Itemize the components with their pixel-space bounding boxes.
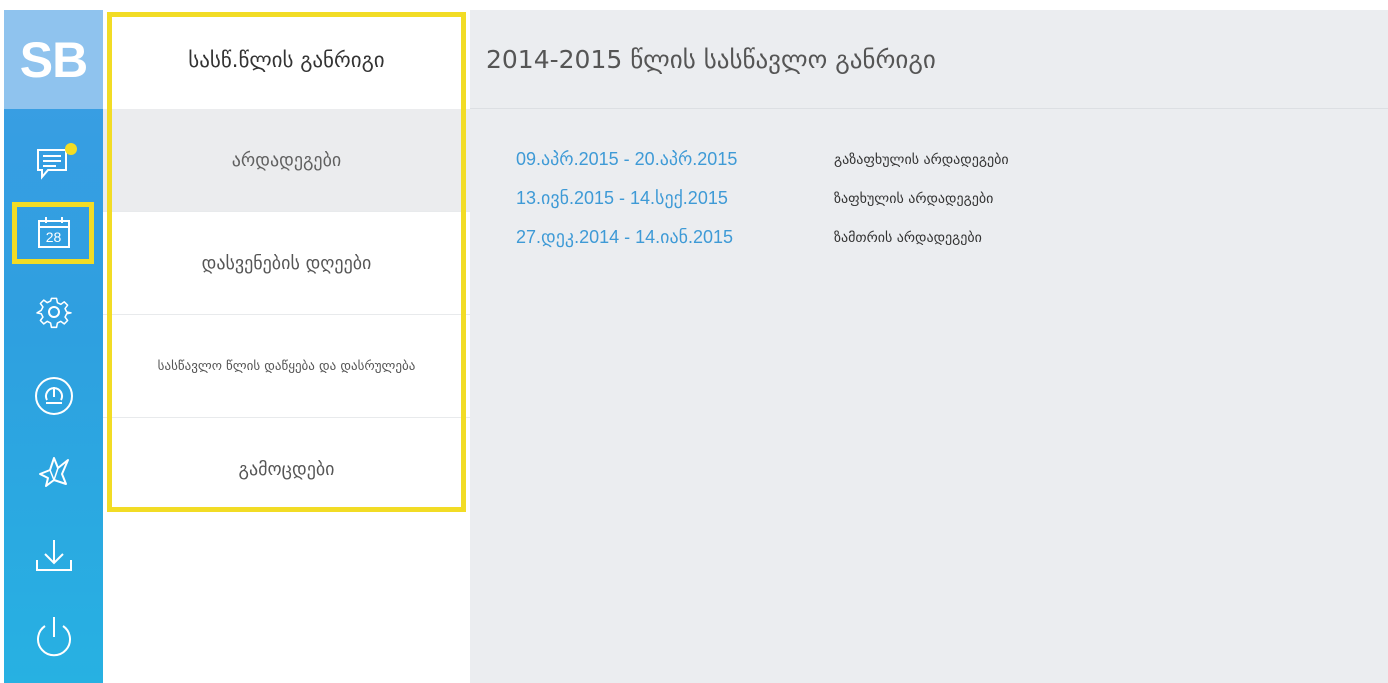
power-icon bbox=[32, 615, 76, 661]
submenu-title[interactable]: სასწ.წლის განრიგი bbox=[103, 10, 470, 109]
messages-button[interactable] bbox=[4, 134, 103, 194]
holiday-schedule-list: 09.აპრ.2015 - 20.აპრ.2015 გაზაფხულის არდ… bbox=[516, 140, 1009, 257]
settings-button[interactable] bbox=[4, 282, 103, 342]
main-content: 2014-2015 წლის სასწავლო განრიგი 09.აპრ.2… bbox=[470, 10, 1388, 683]
holiday-name: ზამთრის არდადეგები bbox=[834, 229, 982, 246]
submenu-item-holidays[interactable]: არდადეგები bbox=[103, 109, 470, 212]
main-header: 2014-2015 წლის სასწავლო განრიგი bbox=[470, 10, 1388, 109]
page-title: 2014-2015 წლის სასწავლო განრიგი bbox=[486, 44, 936, 74]
payment-button[interactable] bbox=[4, 366, 103, 426]
schedule-submenu: სასწ.წლის განრიგი არდადეგები დასვენების … bbox=[103, 10, 470, 520]
calendar-day: 28 bbox=[45, 229, 62, 245]
app-window: SB 28 სასწ.წლის განრიგი არდადეგები დასვე… bbox=[0, 0, 1388, 683]
list-item: 09.აპრ.2015 - 20.აპრ.2015 გაზაფხულის არდ… bbox=[516, 140, 1009, 179]
messages-icon bbox=[34, 143, 77, 182]
submenu-item-days-off[interactable]: დასვენების დღეები bbox=[103, 212, 470, 315]
logout-button[interactable] bbox=[4, 608, 103, 668]
notification-dot bbox=[64, 143, 77, 155]
holiday-name: ზაფხულის არდადეგები bbox=[834, 190, 994, 207]
submenu-item-exams[interactable]: გამოცდები bbox=[103, 418, 470, 520]
calendar-button[interactable]: 28 bbox=[4, 202, 103, 264]
origami-button[interactable] bbox=[4, 442, 103, 502]
icon-sidebar: SB 28 bbox=[4, 10, 103, 683]
list-item: 13.ივნ.2015 - 14.სექ.2015 ზაფხულის არდად… bbox=[516, 179, 1009, 218]
download-button[interactable] bbox=[4, 526, 103, 586]
calendar-icon: 28 bbox=[36, 215, 72, 251]
list-item: 27.დეკ.2014 - 14.იან.2015 ზამთრის არდადე… bbox=[516, 218, 1009, 257]
date-range-link[interactable]: 13.ივნ.2015 - 14.სექ.2015 bbox=[516, 188, 834, 209]
date-range-link[interactable]: 27.დეკ.2014 - 14.იან.2015 bbox=[516, 227, 834, 248]
holiday-name: გაზაფხულის არდადეგები bbox=[834, 151, 1009, 168]
download-icon bbox=[33, 536, 75, 576]
date-range-link[interactable]: 09.აპრ.2015 - 20.აპრ.2015 bbox=[516, 149, 834, 170]
origami-bird-icon bbox=[34, 452, 74, 492]
logo[interactable]: SB bbox=[4, 10, 103, 109]
submenu-item-year-start-end[interactable]: სასწავლო წლის დაწყება და დასრულება bbox=[103, 315, 470, 418]
payment-icon bbox=[33, 375, 75, 417]
settings-icon bbox=[34, 292, 74, 332]
